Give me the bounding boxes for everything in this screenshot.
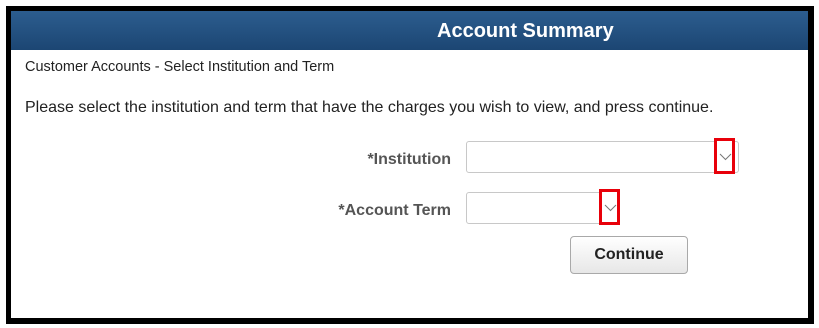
institution-select[interactable] [466,138,739,174]
instructions-text: Please select the institution and term t… [25,99,714,116]
page-subtitle: Customer Accounts - Select Institution a… [25,59,335,75]
continue-button[interactable]: Continue [570,236,688,274]
chevron-down-icon [719,153,732,161]
account-summary-panel: Account Summary Customer Accounts - Sele… [6,6,814,324]
account-term-select[interactable] [466,189,620,225]
institution-label: *Institution [367,151,451,168]
page-title: Account Summary [437,20,614,42]
institution-dropdown-arrow[interactable] [714,138,735,174]
account-term-dropdown-arrow[interactable] [599,189,620,225]
account-term-label: *Account Term [338,202,451,219]
chevron-down-icon [604,204,617,212]
page-header: Account Summary [11,11,808,50]
